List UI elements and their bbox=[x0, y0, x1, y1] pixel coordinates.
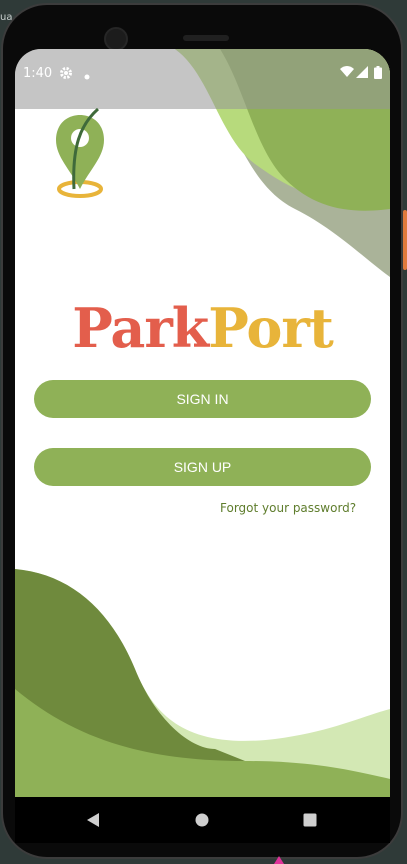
wifi-icon bbox=[340, 66, 354, 81]
home-icon bbox=[195, 813, 209, 827]
sign-in-button[interactable]: SIGN IN bbox=[34, 380, 371, 418]
battery-icon bbox=[374, 66, 382, 82]
home-button[interactable] bbox=[182, 797, 222, 843]
back-icon bbox=[87, 813, 99, 827]
front-camera bbox=[104, 27, 128, 51]
navigation-bar bbox=[15, 797, 390, 843]
recents-icon bbox=[303, 813, 317, 827]
status-time: 1:40 bbox=[23, 66, 53, 81]
forgot-password-link[interactable]: Forgot your password? bbox=[220, 501, 356, 515]
settings-icon bbox=[59, 66, 73, 83]
signal-icon bbox=[356, 66, 368, 81]
app-logo-title: ParkPort bbox=[15, 297, 390, 359]
earpiece bbox=[183, 35, 229, 41]
dot-icon bbox=[84, 69, 90, 83]
app-screen: 1:40 ParkPort SIGN IN SIGN UP Forgot you… bbox=[15, 49, 390, 797]
status-bar: 1:40 bbox=[15, 49, 390, 109]
mouse-pointer bbox=[274, 856, 284, 864]
power-button bbox=[403, 210, 407, 270]
logo-park-text: Park bbox=[72, 296, 209, 360]
recents-button[interactable] bbox=[290, 797, 330, 843]
back-button[interactable] bbox=[73, 797, 113, 843]
map-pin-icon bbox=[56, 107, 104, 198]
sign-up-button[interactable]: SIGN UP bbox=[34, 448, 371, 486]
logo-port-text: Port bbox=[208, 296, 334, 360]
